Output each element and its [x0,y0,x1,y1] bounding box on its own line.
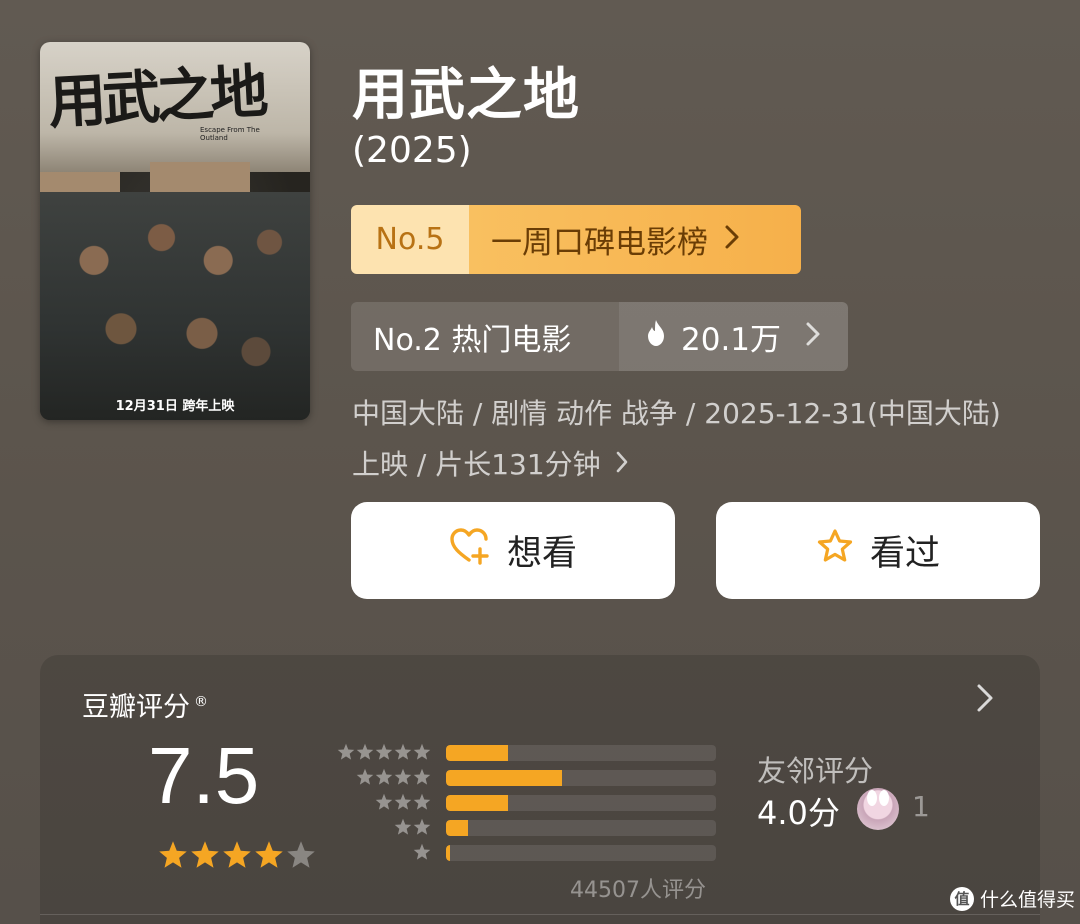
rating-bar-row [336,793,718,811]
rating-bar-stars [413,843,431,865]
small-star-icon [337,743,355,765]
small-star-icon [394,793,412,815]
hot-rank-heat: 20.1万 [681,322,782,358]
rating-bar-row [336,843,718,861]
small-star-icon [375,793,393,815]
rating-bar-stars [356,768,431,790]
rating-bar-track [446,770,716,786]
rating-bar-fill [446,820,468,836]
rating-score: 7.5 [148,731,260,820]
rating-bar-track [446,745,716,761]
rating-bar-fill [446,795,509,811]
rating-bar-fill [446,845,451,861]
rating-title-text: 豆瓣评分 [82,692,190,723]
weekly-rank-number: No.5 [351,205,469,274]
hot-rank-button[interactable]: No.2 热门电影 20.1万 [351,302,848,371]
weekly-rank-button[interactable]: No.5 一周口碑电影榜 [351,205,801,274]
registered-mark: ® [194,694,208,710]
rating-stars [158,840,316,874]
star-filled-icon [222,840,252,874]
star-filled-icon [158,840,188,874]
star-filled-icon [190,840,220,874]
star-outline-icon [816,528,854,573]
want-to-watch-label: 想看 [506,534,577,574]
small-star-icon [356,743,374,765]
rating-bar-stars [337,743,431,765]
rating-bar-track [446,820,716,836]
small-star-icon [413,843,431,865]
star-empty-icon [286,840,316,874]
rating-bar-fill [446,745,509,761]
star-filled-icon [254,840,284,874]
flame-icon [645,319,667,355]
friends-rating-count: 1 [912,790,930,823]
small-star-icon [413,793,431,815]
rating-card-title: 豆瓣评分 ® [82,685,208,724]
watermark: 值 什么值得买 [950,885,1075,912]
watched-label: 看过 [869,534,940,574]
watched-button[interactable]: 看过 [716,502,1040,599]
small-star-icon [413,818,431,840]
divider [40,914,1040,915]
chevron-right-icon [615,439,629,490]
movie-poster[interactable]: 用武之地 Escape From The Outland 12月31日 跨年上映 [40,42,310,420]
heart-plus-icon [449,527,491,574]
rating-count[interactable]: 44507人评分 [570,872,706,904]
small-star-icon [394,743,412,765]
rating-bar-row [336,743,718,761]
movie-title: 用武之地 [352,63,580,128]
want-to-watch-button[interactable]: 想看 [351,502,675,599]
friend-avatar[interactable] [857,788,899,830]
meta-line-2: 上映 / 片长131分钟 [352,448,601,481]
rating-bar-track [446,795,716,811]
rating-bar-stars [375,793,431,815]
movie-meta-info[interactable]: 中国大陆 / 剧情 动作 战争 / 2025-12-31(中国大陆) 上映 / … [352,388,1042,490]
small-star-icon [356,768,374,790]
small-star-icon [394,818,412,840]
small-star-icon [413,768,431,790]
friends-rating-score: 4.0分 [757,794,840,832]
poster-crowd [40,192,310,420]
small-star-icon [375,743,393,765]
chevron-right-icon [724,222,740,258]
rating-bar-track [446,845,716,861]
rating-bar-row [336,818,718,836]
hot-rank-label: No.2 热门电影 [351,302,619,371]
avatar-ear [867,790,877,806]
rating-bar-stars [394,818,431,840]
small-star-icon [413,743,431,765]
watermark-logo-icon: 值 [950,886,974,911]
rating-bar-row [336,768,718,786]
watermark-text: 什么值得买 [980,889,1076,911]
weekly-rank-label: 一周口碑电影榜 [491,225,708,261]
rating-bar-fill [446,770,563,786]
meta-line-1: 中国大陆 / 剧情 动作 战争 / 2025-12-31(中国大陆) [352,397,1001,430]
chevron-right-icon[interactable] [976,683,994,717]
movie-year: (2025) [352,130,472,171]
friends-rating-title: 友邻评分 [757,754,874,788]
poster-subtitle-art: Escape From The Outland [200,126,260,142]
chevron-right-icon [805,319,821,355]
poster-release-tag: 12月31日 跨年上映 [115,399,235,414]
small-star-icon [394,768,412,790]
small-star-icon [375,768,393,790]
avatar-ear [879,790,889,806]
